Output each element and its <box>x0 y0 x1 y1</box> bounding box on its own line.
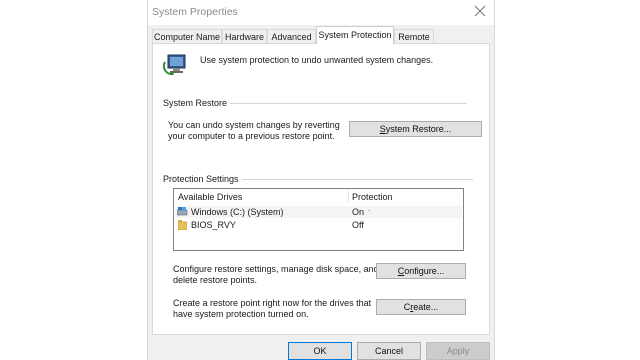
create-button-label: eate... <box>413 302 439 312</box>
tab-hardware[interactable]: Hardware <box>222 29 267 44</box>
column-header-protection[interactable]: Protection <box>352 192 393 202</box>
configure-description-line1: Configure restore settings, manage disk … <box>173 264 379 274</box>
tab-panel: Use system protection to undo unwanted s… <box>152 43 490 335</box>
column-divider <box>348 189 349 203</box>
drive-protection-status: Off <box>352 220 364 230</box>
system-restore-description-line1: You can undo system changes by reverting <box>168 120 340 130</box>
drive-name: Windows (C:) (System) <box>191 207 284 217</box>
system-properties-window: System Properties Computer Name Hardware… <box>147 0 495 360</box>
system-restore-button-label: ystem Restore... <box>385 124 452 134</box>
system-restore-heading: System Restore <box>163 98 231 108</box>
configure-description-line2: delete restore points. <box>173 275 258 285</box>
configure-button[interactable]: Configure... <box>376 263 466 279</box>
tab-system-protection[interactable]: System Protection <box>316 26 394 44</box>
drives-list[interactable]: Available Drives Protection Windows (C:)… <box>173 188 464 251</box>
drive-protection-status: On <box>352 207 365 217</box>
column-header-available-drives[interactable]: Available Drives <box>178 192 242 202</box>
create-description-line1: Create a restore point right now for the… <box>173 298 372 308</box>
ok-button[interactable]: OK <box>288 342 352 360</box>
system-restore-description-line2: your computer to a previous restore poin… <box>168 131 335 141</box>
intro-text: Use system protection to undo unwanted s… <box>200 55 434 65</box>
system-protection-icon <box>162 52 189 78</box>
tab-remote[interactable]: Remote <box>394 29 434 44</box>
list-item-windows-c[interactable]: Windows (C:) (System) On • <box>175 206 462 218</box>
configure-button-label: onfigure... <box>404 266 445 276</box>
cancel-button[interactable]: Cancel <box>357 342 421 360</box>
close-icon[interactable] <box>472 3 488 19</box>
row-focus-dot: • <box>368 208 371 215</box>
drive-name: BIOS_RVY <box>191 220 236 230</box>
create-description-line2: have system protection turned on. <box>173 309 309 319</box>
folder-drive-icon <box>177 220 188 231</box>
system-drive-icon <box>176 207 188 217</box>
apply-button[interactable]: Apply <box>426 342 490 360</box>
tab-computer-name[interactable]: Computer Name <box>152 29 222 44</box>
create-button[interactable]: Create... <box>376 299 466 315</box>
window-title: System Properties <box>152 6 238 18</box>
tab-advanced[interactable]: Advanced <box>267 29 316 44</box>
protection-settings-heading: Protection Settings <box>163 174 242 184</box>
tab-strip: Computer Name Hardware Advanced System P… <box>152 26 490 44</box>
title-bar: System Properties <box>148 0 494 25</box>
list-item-bios-rvy[interactable]: BIOS_RVY Off <box>175 219 462 231</box>
system-restore-button[interactable]: System Restore... <box>349 121 482 137</box>
